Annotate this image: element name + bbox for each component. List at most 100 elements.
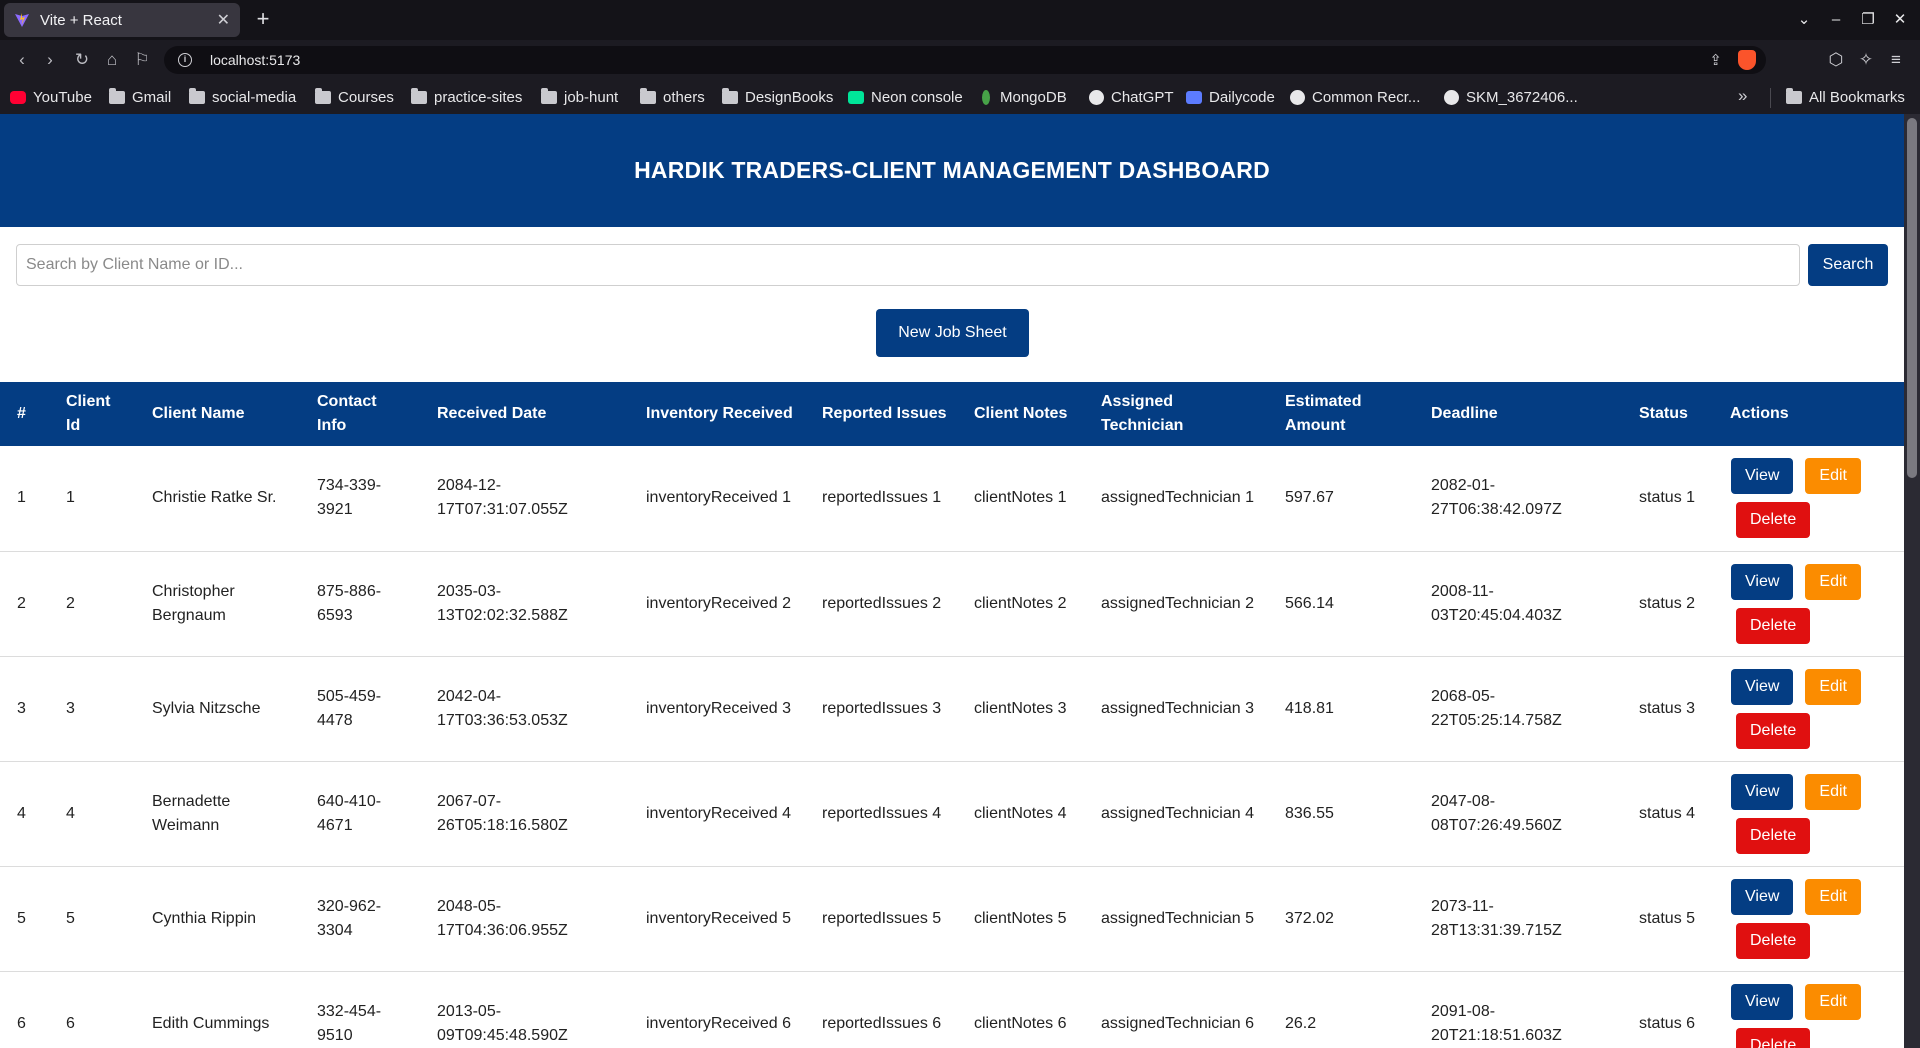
folder-icon — [315, 87, 331, 104]
edit-button[interactable]: Edit — [1805, 773, 1861, 810]
view-button[interactable]: View — [1731, 773, 1794, 810]
extensions-icon[interactable]: ⬡ — [1824, 48, 1848, 72]
bookmark-chatgpt[interactable]: ChatGPT — [1089, 87, 1174, 107]
search-button[interactable]: Search — [1808, 244, 1888, 286]
bookmark-neon-console[interactable]: Neon console — [848, 87, 963, 107]
bookmark-practice-sites[interactable]: practice-sites — [411, 87, 522, 107]
view-button[interactable]: View — [1731, 878, 1794, 915]
table-row: 3 3 Sylvia Nitzsche 505-459-4478 2042-04-17T… — [0, 656, 1904, 761]
forward-icon[interactable]: › — [38, 48, 62, 72]
row-number-cell: 6 — [17, 1014, 26, 1032]
bookmark-label: Common Recr... — [1312, 88, 1421, 106]
client-name-cell: Christopher Bergnaum — [152, 582, 235, 624]
share-icon[interactable]: ⇪ — [1709, 51, 1722, 69]
more-bookmarks-icon[interactable]: » — [1738, 86, 1747, 106]
bookmark-label: Courses — [338, 88, 394, 106]
search-bar: Search — [16, 244, 1889, 286]
view-button[interactable]: View — [1731, 458, 1794, 495]
all-bookmarks[interactable]: All Bookmarks — [1786, 87, 1905, 107]
view-button[interactable]: View — [1731, 563, 1794, 600]
bookmark-courses[interactable]: Courses — [315, 87, 394, 107]
edit-button[interactable]: Edit — [1805, 878, 1861, 915]
row-number-cell: 2 — [17, 594, 26, 612]
browser-tab[interactable]: Vite + React ✕ — [4, 3, 240, 37]
site-info-icon[interactable]: i — [178, 53, 192, 67]
inventory-received-cell: inventoryReceived 3 — [646, 699, 791, 717]
bookmark-social-media[interactable]: social-media — [189, 87, 296, 107]
bookmark-youtube[interactable]: YouTube — [10, 87, 92, 107]
estimated-amount-cell: 836.55 — [1285, 804, 1334, 822]
client-name-cell: Edith Cummings — [152, 1014, 270, 1032]
window-close-icon[interactable]: ✕ — [1886, 8, 1914, 32]
table-body: 1 1 Christie Ratke Sr. 734-339-3921 2084-12-… — [0, 446, 1904, 1048]
bookmark-label: ChatGPT — [1111, 88, 1174, 106]
received-date-cell: 2084-12-17T07:31:07.055Z — [437, 477, 568, 519]
page-title: HARDIK TRADERS-CLIENT MANAGEMENT DASHBOA… — [634, 157, 1270, 183]
bookmark-icon[interactable]: ⚐ — [130, 48, 154, 72]
actions-row: View Edit — [1731, 878, 1894, 915]
delete-button[interactable]: Delete — [1736, 712, 1811, 749]
edit-button[interactable]: Edit — [1805, 458, 1861, 495]
bookmark-common-recr[interactable]: Common Recr... — [1290, 87, 1420, 107]
table-row: 6 6 Edith Cummings 332-454-9510 2013-05-09T0… — [0, 971, 1904, 1048]
received-date-cell: 2013-05-09T09:45:48.590Z — [437, 1002, 568, 1044]
home-icon[interactable]: ⌂ — [100, 48, 124, 72]
brave-shield-icon[interactable] — [1738, 50, 1756, 70]
edit-button[interactable]: Edit — [1805, 668, 1861, 705]
estimated-amount-cell: 566.14 — [1285, 594, 1334, 612]
assigned-technician-cell: assignedTechnician 6 — [1101, 1014, 1254, 1032]
actions-row: View Edit — [1731, 458, 1894, 495]
estimated-amount-cell: 372.02 — [1285, 909, 1334, 927]
column-header: Actions — [1730, 405, 1789, 422]
bookmark-job-hunt[interactable]: job-hunt — [541, 87, 618, 107]
bookmark-designbooks[interactable]: DesignBooks — [722, 87, 833, 107]
bookmark-gmail[interactable]: Gmail — [109, 87, 171, 107]
scrollbar-thumb[interactable] — [1907, 118, 1917, 478]
reported-issues-cell: reportedIssues 5 — [822, 909, 942, 927]
delete-button[interactable]: Delete — [1736, 607, 1811, 644]
search-input[interactable] — [16, 244, 1800, 286]
edit-button[interactable]: Edit — [1805, 983, 1861, 1020]
row-number-cell: 4 — [17, 804, 26, 822]
page-scrollbar[interactable] — [1904, 114, 1920, 1048]
view-button[interactable]: View — [1731, 668, 1794, 705]
bookmark-label: YouTube — [33, 88, 92, 106]
contact-info-cell: 875-886-6593 — [317, 582, 382, 624]
bookmark-mongodb[interactable]: MongoDB — [978, 87, 1067, 107]
tab-close-icon[interactable]: ✕ — [217, 10, 230, 30]
maximize-icon[interactable]: ❐ — [1854, 8, 1882, 32]
delete-button[interactable]: Delete — [1736, 1027, 1811, 1048]
client-notes-cell: clientNotes 2 — [974, 594, 1067, 612]
view-button[interactable]: View — [1731, 983, 1794, 1020]
reload-icon[interactable]: ↻ — [70, 48, 94, 72]
status-cell: status 6 — [1639, 1014, 1696, 1032]
deadline-cell: 2008-11-03T20:45:04.403Z — [1431, 582, 1562, 624]
tab-list-chevron-icon[interactable]: ⌄ — [1790, 8, 1818, 32]
column-header: Client Id — [66, 393, 111, 434]
delete-button[interactable]: Delete — [1736, 817, 1811, 854]
leo-ai-icon[interactable]: ✧ — [1854, 48, 1878, 72]
row-number-cell: 5 — [17, 909, 26, 927]
new-job-sheet-button[interactable]: New Job Sheet — [876, 309, 1029, 357]
column-header: Assigned Technician — [1101, 393, 1184, 434]
bookmark-label: DesignBooks — [745, 88, 834, 106]
inventory-received-cell: inventoryReceived 5 — [646, 909, 791, 927]
bookmark-dailycode[interactable]: Dailycode — [1186, 87, 1275, 107]
delete-button[interactable]: Delete — [1736, 502, 1811, 539]
minimize-icon[interactable]: – — [1822, 8, 1850, 32]
new-tab-icon[interactable]: + — [250, 7, 276, 33]
menu-icon[interactable]: ≡ — [1884, 48, 1908, 72]
table-header: # Client Id Client Name Contact Info Receive… — [0, 382, 1904, 446]
estimated-amount-cell: 597.67 — [1285, 489, 1334, 507]
edit-button[interactable]: Edit — [1805, 563, 1861, 600]
delete-button[interactable]: Delete — [1736, 922, 1811, 959]
column-header: Client Name — [152, 405, 245, 422]
bookmark-others[interactable]: others — [640, 87, 705, 107]
client-notes-cell: clientNotes 3 — [974, 699, 1067, 717]
column-header: Status — [1639, 405, 1688, 422]
bookmark-skm[interactable]: SKM_3672406... — [1444, 87, 1578, 107]
address-bar[interactable]: i localhost:5173 ⇪ — [164, 46, 1766, 74]
reported-issues-cell: reportedIssues 3 — [822, 699, 942, 717]
contact-info-cell: 734-339-3921 — [317, 477, 382, 519]
back-icon[interactable]: ‹ — [10, 48, 34, 72]
